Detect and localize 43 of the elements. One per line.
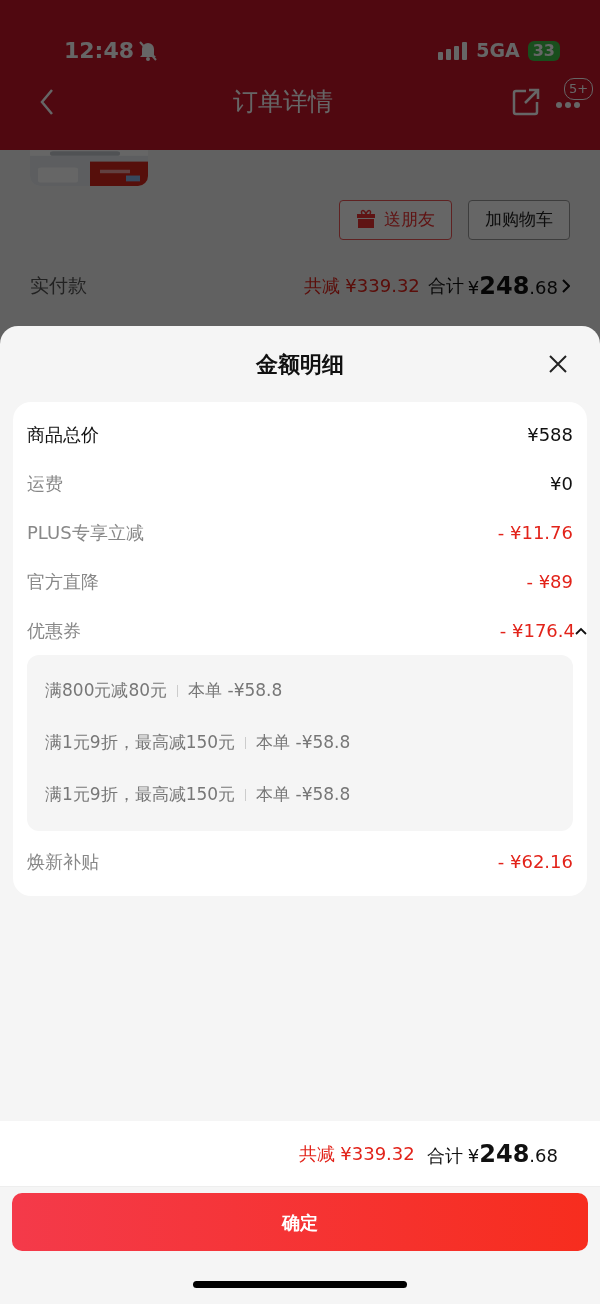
total-discount: 共减 ¥339.32 <box>298 1142 415 1166</box>
network-label: 5GA <box>476 38 520 64</box>
more-icon[interactable] <box>556 102 580 108</box>
fee-label: 优惠券 <box>27 619 81 643</box>
confirm-button[interactable]: 确定 <box>12 1193 588 1251</box>
total-amount: ¥248.68 <box>467 1144 558 1166</box>
bell-muted-icon <box>138 39 159 62</box>
total-label: 合计 <box>427 274 464 298</box>
coupon-rule: 满1元9折，最高减150元 <box>45 731 236 755</box>
action-button[interactable]: 送朋友 <box>339 200 452 240</box>
share-icon[interactable] <box>512 88 540 116</box>
total-amount: ¥248.68 <box>467 270 558 302</box>
fee-label: 焕新补贴 <box>27 850 99 874</box>
page-title: 订单详情 <box>232 86 334 119</box>
coupon-share: 本单 -¥58.8 <box>256 731 351 755</box>
fee-amount: ¥588 <box>527 423 573 447</box>
back-icon[interactable] <box>40 88 54 116</box>
fee-amount: ¥0 <box>550 472 573 496</box>
coupon-share: 本单 -¥58.8 <box>256 783 351 807</box>
close-icon[interactable] <box>548 354 568 374</box>
status-time: 12:48 <box>64 37 135 65</box>
chevron-right-icon[interactable] <box>562 278 570 293</box>
total-label: 合计 <box>426 1144 463 1166</box>
fee-label: 商品总价 <box>27 423 99 447</box>
fee-amount: - ¥11.76 <box>497 521 573 545</box>
fee-amount: - ¥176.4 <box>499 619 575 643</box>
chevron-up-icon[interactable] <box>575 626 587 635</box>
battery-icon: 33 <box>527 40 560 61</box>
fee-label: PLUS专享立减 <box>27 521 144 545</box>
signal-icon <box>438 41 469 60</box>
coupon-share: 本单 -¥58.8 <box>188 679 283 703</box>
coupon-rule: 满800元减80元 <box>45 679 168 703</box>
notification-badge: 5+ <box>564 78 594 100</box>
fee-amount: - ¥89 <box>526 570 573 594</box>
total-discount: 共减 ¥339.32 <box>303 274 420 298</box>
sheet-title: 金额明细 <box>256 350 344 379</box>
fee-label: 运费 <box>27 472 63 496</box>
coupon-rule: 满1元9折，最高减150元 <box>45 783 236 807</box>
fee-amount: - ¥62.16 <box>497 850 573 874</box>
fee-label: 官方直降 <box>27 570 99 594</box>
gift-icon <box>356 208 376 228</box>
paid-label: 实付款 <box>30 273 87 299</box>
action-button[interactable]: 加购物车 <box>468 200 570 240</box>
